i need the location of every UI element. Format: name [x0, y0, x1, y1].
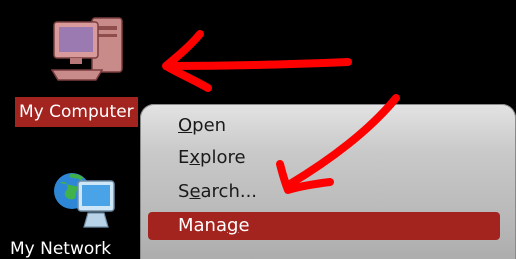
context-menu: Open Explore Search... Manage	[140, 104, 516, 259]
menu-item-manage[interactable]: Manage	[148, 212, 500, 240]
desktop-icon-label: My Computer	[15, 97, 138, 127]
menu-item-explore[interactable]: Explore	[148, 144, 500, 172]
menu-item-open[interactable]: Open	[148, 112, 500, 140]
menu-item-label-rest: pen	[192, 115, 227, 136]
my-computer-icon	[50, 17, 123, 81]
desktop-icon-label: My Network	[10, 239, 112, 259]
menu-access-key: g	[227, 215, 239, 236]
menu-access-key: x	[189, 147, 201, 168]
desktop-icon-my-computer[interactable]: My Computer	[10, 10, 150, 127]
menu-item-label: Explore	[178, 147, 246, 168]
menu-item-label: Manage	[178, 215, 250, 236]
menu-item-label: Search...	[178, 181, 258, 202]
menu-item-search[interactable]: Search...	[148, 178, 500, 206]
menu-access-key: e	[189, 181, 201, 202]
menu-access-key: O	[178, 115, 193, 136]
arrow-to-my-computer	[162, 30, 352, 92]
desktop-icon-my-network[interactable]: My Network	[10, 165, 150, 259]
desktop: My Computer My Network Open Explore Sear…	[0, 0, 516, 259]
my-network-places-icon	[54, 173, 115, 228]
